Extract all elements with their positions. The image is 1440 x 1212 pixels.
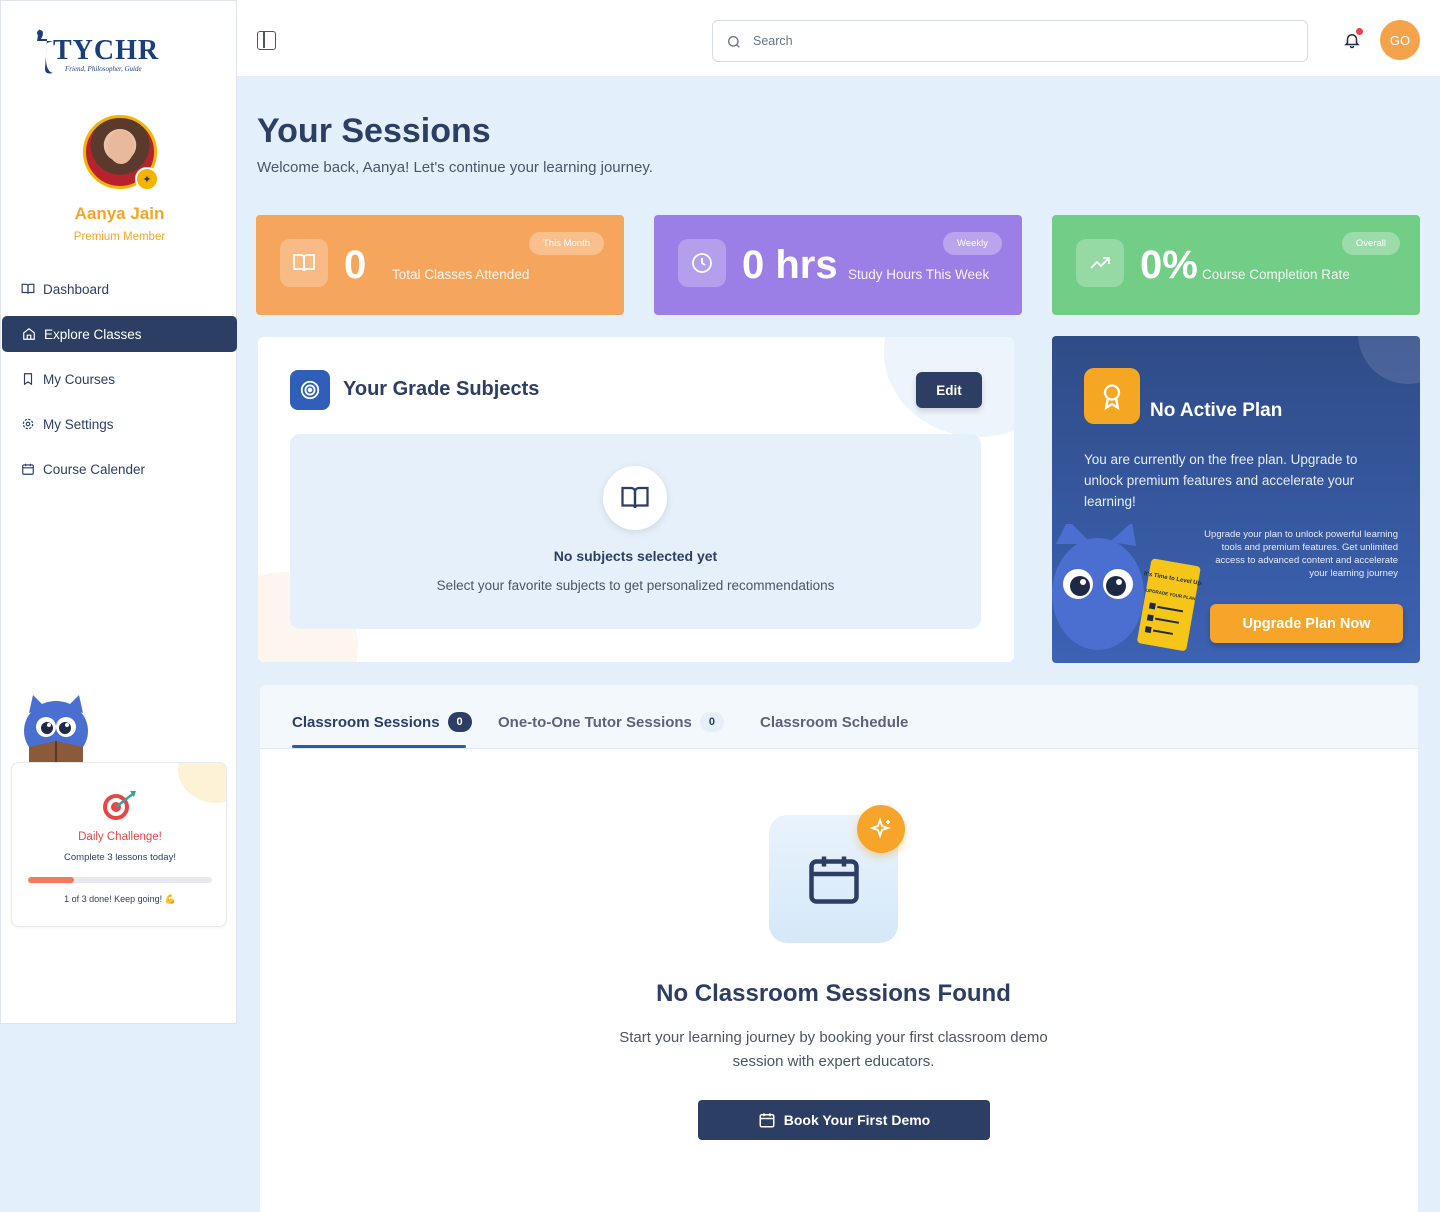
sessions-panel: Classroom Sessions 0 One-to-One Tutor Se… <box>260 685 1418 1212</box>
upgrade-plan-button[interactable]: Upgrade Plan Now <box>1210 604 1403 643</box>
stat-value: 0 <box>344 243 367 287</box>
sidebar-item-explore-classes[interactable]: Explore Classes <box>2 316 237 352</box>
book-demo-label: Book Your First Demo <box>783 1112 931 1128</box>
gear-icon <box>21 417 35 431</box>
plan-title: No Active Plan <box>1150 400 1283 421</box>
sparkle-badge-icon: ✦ <box>135 167 159 191</box>
search-icon <box>728 36 740 48</box>
stat-label: Study Hours This Week <box>848 267 990 282</box>
notification-dot <box>1356 28 1363 35</box>
stat-chip: Overall <box>1341 232 1400 255</box>
sidebar-item-my-courses[interactable]: My Courses <box>1 361 238 397</box>
tab-label: Classroom Sessions <box>292 713 440 731</box>
stat-chip: This Month <box>529 232 604 255</box>
user-name: Aanya Jain <box>74 204 165 223</box>
page-subtitle: Welcome back, Aanya! Let's continue your… <box>257 159 653 176</box>
session-tabs: Classroom Sessions 0 One-to-One Tutor Se… <box>260 685 1418 749</box>
edit-subjects-button[interactable]: Edit <box>916 372 982 408</box>
tab-label: One-to-One Tutor Sessions <box>498 713 692 731</box>
challenge-footer: 1 of 3 done! Keep going! 💪 <box>64 894 176 904</box>
sidebar-item-my-settings[interactable]: My Settings <box>1 406 238 442</box>
plan-description: You are currently on the free plan. Upgr… <box>1084 452 1358 509</box>
challenge-task: Complete 3 lessons today! <box>64 852 176 863</box>
tab-classroom-schedule[interactable]: Classroom Schedule <box>760 709 908 735</box>
stat-value: 0 hrs <box>742 243 838 287</box>
subjects-title: Your Grade Subjects <box>343 378 540 400</box>
grade-subjects-card: Your Grade Subjects Edit No subjects sel… <box>258 337 1014 662</box>
sidebar-toggle-icon[interactable] <box>257 31 276 50</box>
sidebar-item-label: Dashboard <box>43 281 110 297</box>
stat-value: 0% <box>1140 243 1198 287</box>
stat-card-completion: 0% Course Completion Rate Overall <box>1052 215 1420 315</box>
profile-avatar-button[interactable]: GO <box>1380 20 1420 60</box>
tab-one-to-one-sessions[interactable]: One-to-One Tutor Sessions 0 <box>498 709 724 735</box>
book-open-icon <box>280 239 328 287</box>
sidebar-item-dashboard[interactable]: Dashboard <box>1 271 238 307</box>
sidebar-item-label: My Courses <box>43 371 116 387</box>
book-open-icon <box>603 466 667 530</box>
calendar-icon <box>21 462 35 476</box>
book-open-icon <box>21 282 35 296</box>
tab-classroom-sessions[interactable]: Classroom Sessions 0 <box>292 709 472 735</box>
subjects-empty-subtitle: Select your favorite subjects to get per… <box>436 578 835 593</box>
home-icon <box>22 327 36 341</box>
top-bar: GO <box>237 0 1440 76</box>
target-icon <box>290 370 330 410</box>
plan-small-text: Upgrade your plan to unlock powerful lea… <box>1204 529 1398 579</box>
trending-up-icon <box>1076 239 1124 287</box>
brand-logo[interactable]: TYCHR Friend, Philosopher, Guide <box>33 25 173 77</box>
subjects-empty-state: No subjects selected yet Select your fav… <box>290 434 981 629</box>
subjects-empty-title: No subjects selected yet <box>553 548 718 564</box>
search-input[interactable] <box>753 34 1273 48</box>
active-tab-indicator <box>292 745 466 748</box>
stat-card-hours: 0 hrs Study Hours This Week Weekly <box>654 215 1022 315</box>
plan-card: No Active Plan You are currently on the … <box>1052 336 1420 663</box>
bookmark-icon <box>21 372 35 386</box>
challenge-title: Daily Challenge! <box>78 831 162 843</box>
sidebar-item-course-calender[interactable]: Course Calender <box>1 451 238 487</box>
tab-count-badge: 0 <box>699 712 724 732</box>
book-first-demo-button[interactable]: Book Your First Demo <box>698 1100 990 1140</box>
award-icon <box>1084 368 1140 424</box>
sidebar-item-label: Explore Classes <box>44 326 142 342</box>
empty-sessions-description: Start your learning journey by booking y… <box>619 1029 1048 1070</box>
sidebar-item-label: My Settings <box>43 416 114 432</box>
brand-tagline: Friend, Philosopher, Guide <box>65 65 142 73</box>
tab-count-badge: 0 <box>447 712 472 732</box>
brand-name: TYCHR <box>53 35 160 66</box>
empty-sessions-title: No Classroom Sessions Found <box>656 980 1011 1007</box>
sidebar-item-label: Course Calender <box>43 461 146 477</box>
daily-challenge-card: Daily Challenge! Complete 3 lessons toda… <box>11 762 227 927</box>
stat-card-classes: 0 Total Classes Attended This Month <box>256 215 624 315</box>
user-tier: Premium Member <box>73 231 166 243</box>
clock-icon <box>678 239 726 287</box>
page-title: Your Sessions <box>257 112 491 150</box>
challenge-progress-fill <box>28 877 74 883</box>
sidebar-nav: Dashboard Explore Classes My Courses My … <box>1 271 238 496</box>
target-icon <box>103 791 136 820</box>
calendar-icon <box>758 1111 776 1129</box>
stat-chip: Weekly <box>943 232 1002 255</box>
stat-label: Course Completion Rate <box>1202 267 1350 282</box>
search-bar[interactable] <box>712 20 1308 62</box>
stat-label: Total Classes Attended <box>392 267 530 282</box>
cat-mascot-icon: It's Time to Level Up! UPGRADE YOUR PLAN <box>1052 524 1202 651</box>
tab-label: Classroom Schedule <box>760 713 909 731</box>
sidebar: TYCHR Friend, Philosopher, Guide ✦ Aanya… <box>0 0 237 1024</box>
challenge-progress-bar <box>28 877 212 883</box>
sparkles-icon <box>857 805 905 853</box>
